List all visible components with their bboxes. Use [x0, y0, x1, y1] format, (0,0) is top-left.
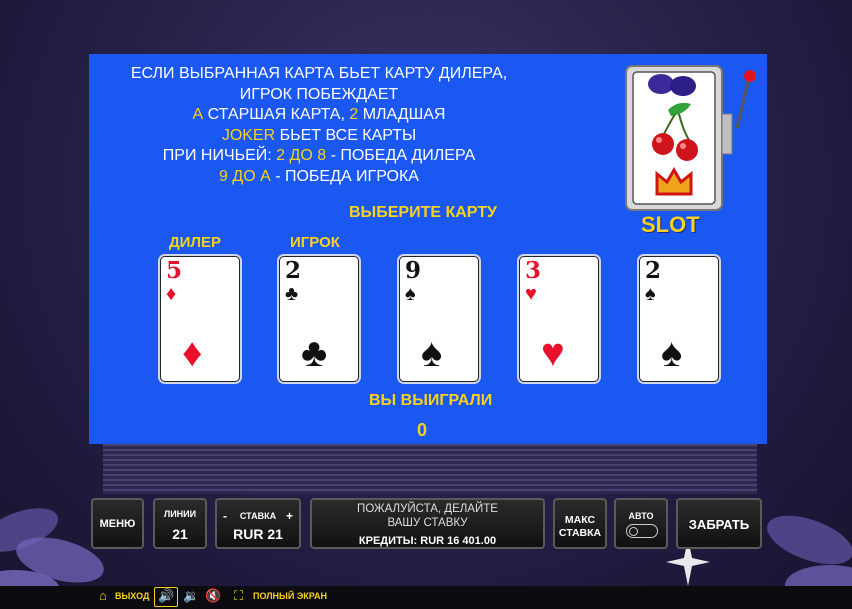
rules-high-card: СТАРШАЯ КАРТА,: [203, 106, 350, 123]
max-bet-line-2: СТАВКА: [558, 527, 602, 539]
rules-line-6: 9 ДО А - ПОБЕДА ИГРОКА: [89, 167, 549, 188]
credits-display: КРЕДИТЫ: RUR 16 401.00: [358, 535, 497, 547]
card-rank: 3: [525, 257, 542, 284]
collect-button[interactable]: ЗАБРАТЬ: [676, 498, 762, 549]
collect-label: ЗАБРАТЬ: [688, 517, 750, 532]
player-card-2[interactable]: 9 ♠ ♠: [399, 256, 479, 382]
fullscreen-link[interactable]: ПОЛНЫЙ ЭКРАН: [253, 591, 327, 601]
auto-label: АВТО: [628, 511, 654, 521]
bet-message-line-1: ПОЖАЛУЙСТА, ДЕЛАЙТЕ: [357, 503, 498, 515]
card-rank: 9: [405, 257, 422, 284]
win-value: 0: [417, 420, 428, 440]
bet-message-line-2: ВАШУ СТАВКУ: [387, 517, 468, 529]
heart-icon: ♥: [525, 283, 537, 305]
win-label: ВЫ ВЫИГРАЛИ: [369, 392, 493, 409]
sound-settings-icon: 🔊: [158, 588, 175, 603]
player-card-4[interactable]: 2 ♠ ♠: [639, 256, 719, 382]
max-bet-line-1: МАКС: [564, 514, 596, 526]
rules-draw: ПРИ НИЧЬЕЙ:: [162, 147, 277, 164]
rules-line-3: А СТАРШАЯ КАРТА, 2 МЛАДШАЯ: [89, 105, 549, 126]
club-icon: ♣: [301, 331, 328, 375]
rules-joker-beats: БЬЕТ ВСЕ КАРТЫ: [275, 126, 417, 144]
dealer-card: 5 ♦ ♦: [160, 256, 240, 382]
rules-line-2: ИГРОК ПОБЕЖДАЕТ: [239, 85, 399, 103]
max-bet-label: МАКС СТАВКА: [555, 514, 605, 540]
rules-line-5: ПРИ НИЧЬЕЙ: 2 ДО 8 - ПОБЕДА ДИЛЕРА: [89, 146, 549, 167]
message-panel: ПОЖАЛУЙСТА, ДЕЛАЙТЕ ВАШУ СТАВКУ КРЕДИТЫ:…: [310, 498, 545, 549]
rules-joker: JOKER: [221, 126, 276, 144]
slot-machine-icon: [625, 65, 756, 211]
rules-range-low: 2 ДО 8: [276, 147, 327, 164]
bet-message: ПОЖАЛУЙСТА, ДЕЛАЙТЕ ВАШУ СТАВКУ: [312, 502, 543, 530]
rules-line-1: ЕСЛИ ВЫБРАННАЯ КАРТА БЬЕТ КАРТУ ДИЛЕРА,: [130, 65, 508, 82]
slot-text: SLOT: [641, 212, 700, 237]
auto-button[interactable]: АВТО: [614, 498, 668, 549]
player-card-3[interactable]: 3 ♥ ♥: [519, 256, 599, 382]
player-card-1[interactable]: 2 ♣ ♣: [279, 256, 359, 382]
home-icon[interactable]: ⌂: [99, 588, 107, 603]
exit-link[interactable]: ВЫХОД: [115, 591, 149, 601]
footer-bar: ⌂ ВЫХОД 🔊 🔉 🔇 ⛶ ПОЛНЫЙ ЭКРАН: [0, 586, 852, 609]
rules-text: ЕСЛИ ВЫБРАННАЯ КАРТА БЬЕТ КАРТУ ДИЛЕРА, …: [89, 64, 549, 187]
lines-display: ЛИНИИ 21: [153, 498, 207, 549]
rules-player-wins: - ПОБЕДА ИГРОКА: [270, 167, 419, 185]
stake-plus-button[interactable]: +: [286, 509, 293, 523]
heart-icon: ♥: [541, 331, 565, 375]
slot-logo: SLOT: [623, 64, 756, 237]
rules-range-high: 9 ДО А: [219, 167, 271, 185]
player-label: ИГРОК: [290, 234, 340, 251]
game-panel: ЕСЛИ ВЫБРАННАЯ КАРТА БЬЕТ КАРТУ ДИЛЕРА, …: [89, 54, 767, 444]
menu-button[interactable]: МЕНЮ: [91, 498, 144, 549]
spade-icon: ♠: [661, 331, 683, 375]
lines-value: 21: [172, 526, 188, 542]
diamond-icon: ♦: [182, 331, 203, 375]
dealer-label: ДИЛЕР: [169, 234, 222, 251]
fullscreen-icon[interactable]: ⛶: [234, 588, 243, 604]
card-rank: 2: [645, 257, 662, 284]
stake-value: RUR 21: [233, 526, 283, 542]
rules-low-card: МЛАДШАЯ: [358, 106, 446, 123]
rules-line-4: JOKER БЬЕТ ВСЕ КАРТЫ: [89, 126, 549, 147]
club-icon: ♣: [285, 283, 299, 305]
spade-icon: ♠: [645, 283, 656, 305]
choose-card-label: ВЫБЕРИТЕ КАРТУ: [349, 204, 497, 221]
card-rank: 2: [285, 257, 302, 284]
menu-label: МЕНЮ: [99, 518, 136, 530]
spade-icon: ♠: [405, 283, 416, 305]
mute-icon[interactable]: 🔇: [205, 588, 221, 604]
max-bet-button[interactable]: МАКС СТАВКА: [553, 498, 607, 549]
volume-icon[interactable]: 🔉: [183, 588, 199, 604]
lines-title: ЛИНИИ: [163, 509, 197, 519]
card-rank: 5: [166, 257, 183, 284]
auto-toggle[interactable]: [626, 524, 658, 538]
diamond-icon: ♦: [166, 283, 177, 305]
spade-icon: ♠: [421, 331, 443, 375]
rules-ace: А: [192, 106, 204, 123]
rules-dealer-wins: - ПОБЕДА ДИЛЕРА: [326, 147, 476, 164]
stake-control: - СТАВКА + RUR 21: [215, 498, 301, 549]
rules-two: 2: [349, 106, 359, 123]
